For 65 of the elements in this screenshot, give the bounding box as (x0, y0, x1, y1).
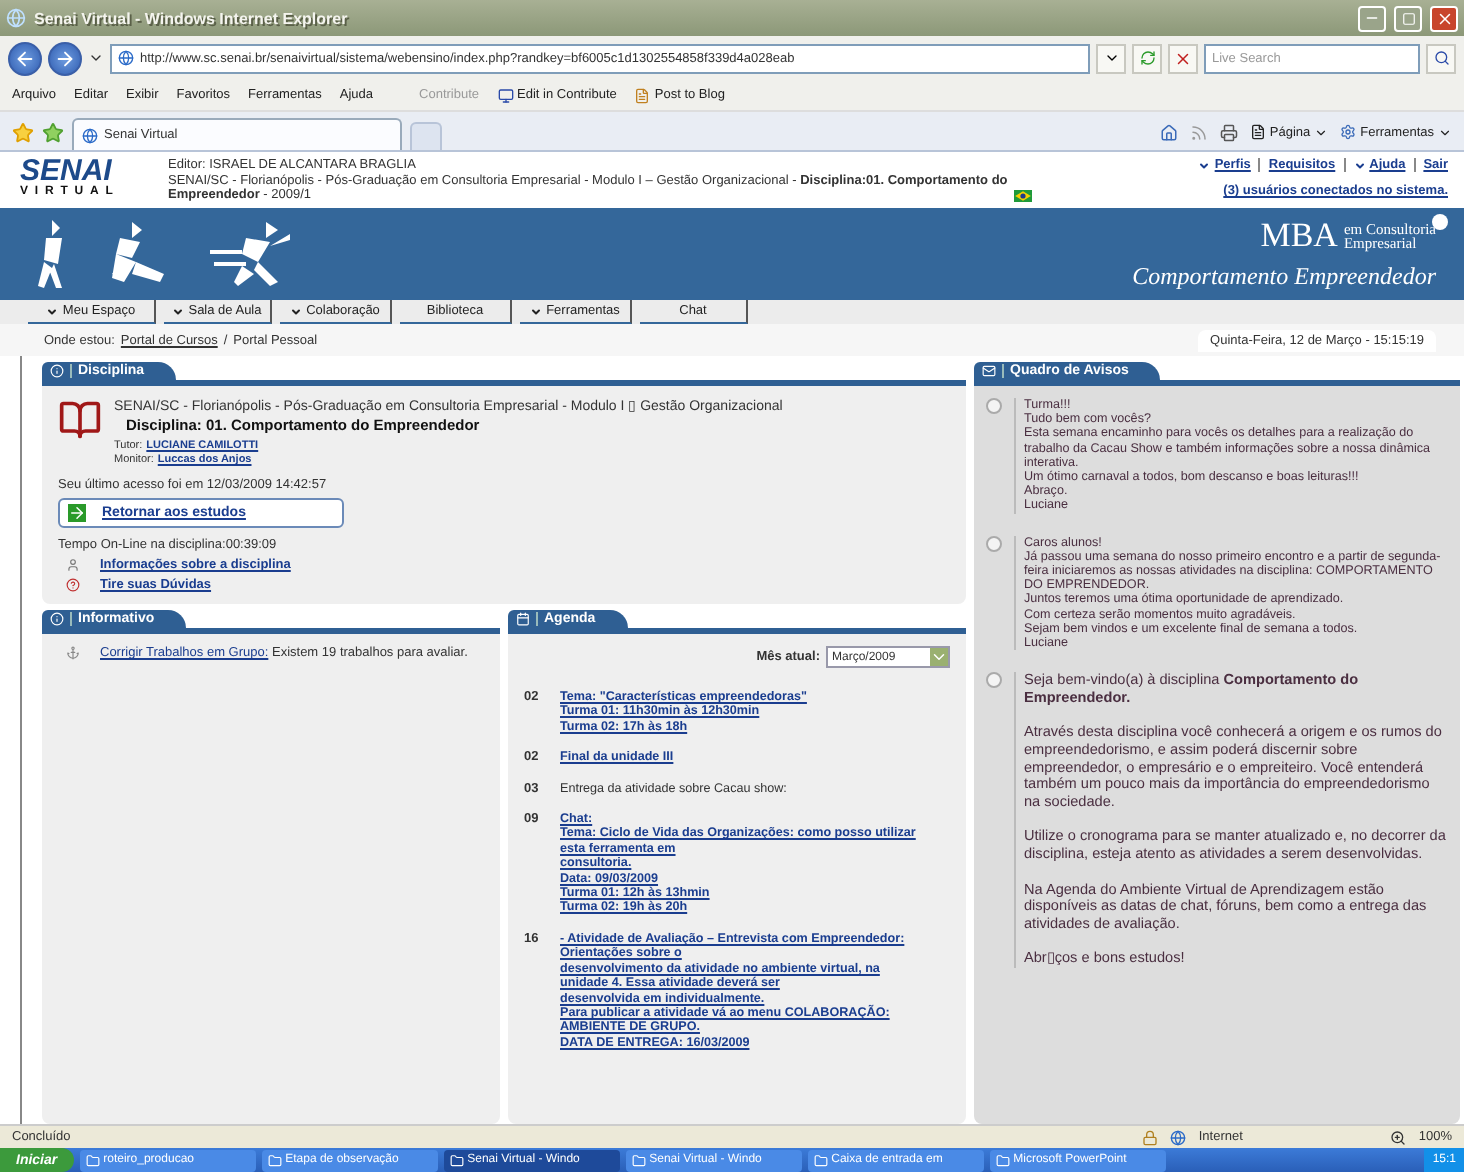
notice-bullet[interactable] (986, 535, 1002, 552)
favorites-icon[interactable] (12, 122, 34, 144)
monitor-icon (497, 87, 514, 103)
caret-icon (1314, 125, 1329, 139)
search-button[interactable] (1426, 43, 1456, 73)
help-icon (66, 578, 80, 592)
stop-icon (1174, 49, 1192, 67)
folder-icon (267, 1153, 282, 1167)
feeds-icon[interactable] (1189, 123, 1208, 141)
back-icon (14, 47, 36, 69)
anchor-icon (66, 646, 80, 660)
refresh-icon (1139, 50, 1155, 66)
folder-icon (85, 1153, 100, 1167)
close-button[interactable] (1430, 5, 1458, 31)
globe-icon (1170, 1129, 1187, 1145)
brand-text: MBA (1260, 216, 1338, 256)
banner-toggle-button[interactable] (1432, 214, 1448, 230)
forward-icon (54, 47, 76, 69)
browser-icon (6, 8, 26, 28)
caret-icon (1103, 50, 1119, 66)
sitting-figure-drawing (108, 222, 166, 286)
notice-bullet[interactable] (986, 672, 1002, 689)
caret-icon (1198, 159, 1211, 171)
caret-icon (930, 648, 948, 666)
user-icon (66, 558, 80, 572)
refresh-button[interactable] (1132, 43, 1162, 73)
folder-icon (813, 1153, 828, 1167)
flag-icon (1014, 189, 1032, 201)
maximize-icon (1401, 11, 1415, 25)
home-icon[interactable] (1159, 123, 1178, 141)
maximize-button[interactable] (1394, 5, 1422, 31)
forward-button[interactable] (48, 41, 82, 75)
logo-text: SENAI (20, 158, 112, 186)
caret-icon (46, 305, 59, 317)
add-favorite-icon[interactable] (42, 122, 64, 144)
page-icon (82, 127, 98, 143)
back-button[interactable] (8, 41, 42, 75)
caret-icon (290, 305, 303, 317)
minimize-button[interactable] (1358, 5, 1386, 31)
gear-icon (1340, 124, 1357, 140)
search-icon (1433, 50, 1449, 66)
close-icon (1435, 9, 1453, 27)
dropdown-button[interactable] (1096, 43, 1126, 73)
notice-bullet[interactable] (986, 398, 1002, 414)
caret-icon (1438, 125, 1452, 139)
caret-icon (172, 305, 185, 317)
course-title: Comportamento Empreendedor (1132, 262, 1436, 292)
history-dropdown-icon[interactable] (88, 50, 104, 66)
walking-figure-drawing (36, 220, 64, 288)
document-icon (1249, 124, 1266, 140)
folder-icon (449, 1153, 464, 1167)
print-icon[interactable] (1219, 123, 1238, 141)
stop-button[interactable] (1168, 43, 1198, 73)
folder-icon (995, 1153, 1010, 1167)
window-title: Senai Virtual - Windows Internet Explorer (34, 9, 350, 27)
book-icon (58, 398, 102, 442)
running-figure-drawing (210, 222, 290, 286)
zoom-icon (1390, 1129, 1407, 1145)
folder-icon (631, 1153, 646, 1167)
caret-icon (530, 305, 543, 317)
lock-icon (1142, 1129, 1159, 1145)
document-icon (634, 87, 651, 103)
page-icon (118, 50, 134, 66)
caret-icon (1353, 159, 1366, 171)
mail-icon (982, 364, 996, 378)
